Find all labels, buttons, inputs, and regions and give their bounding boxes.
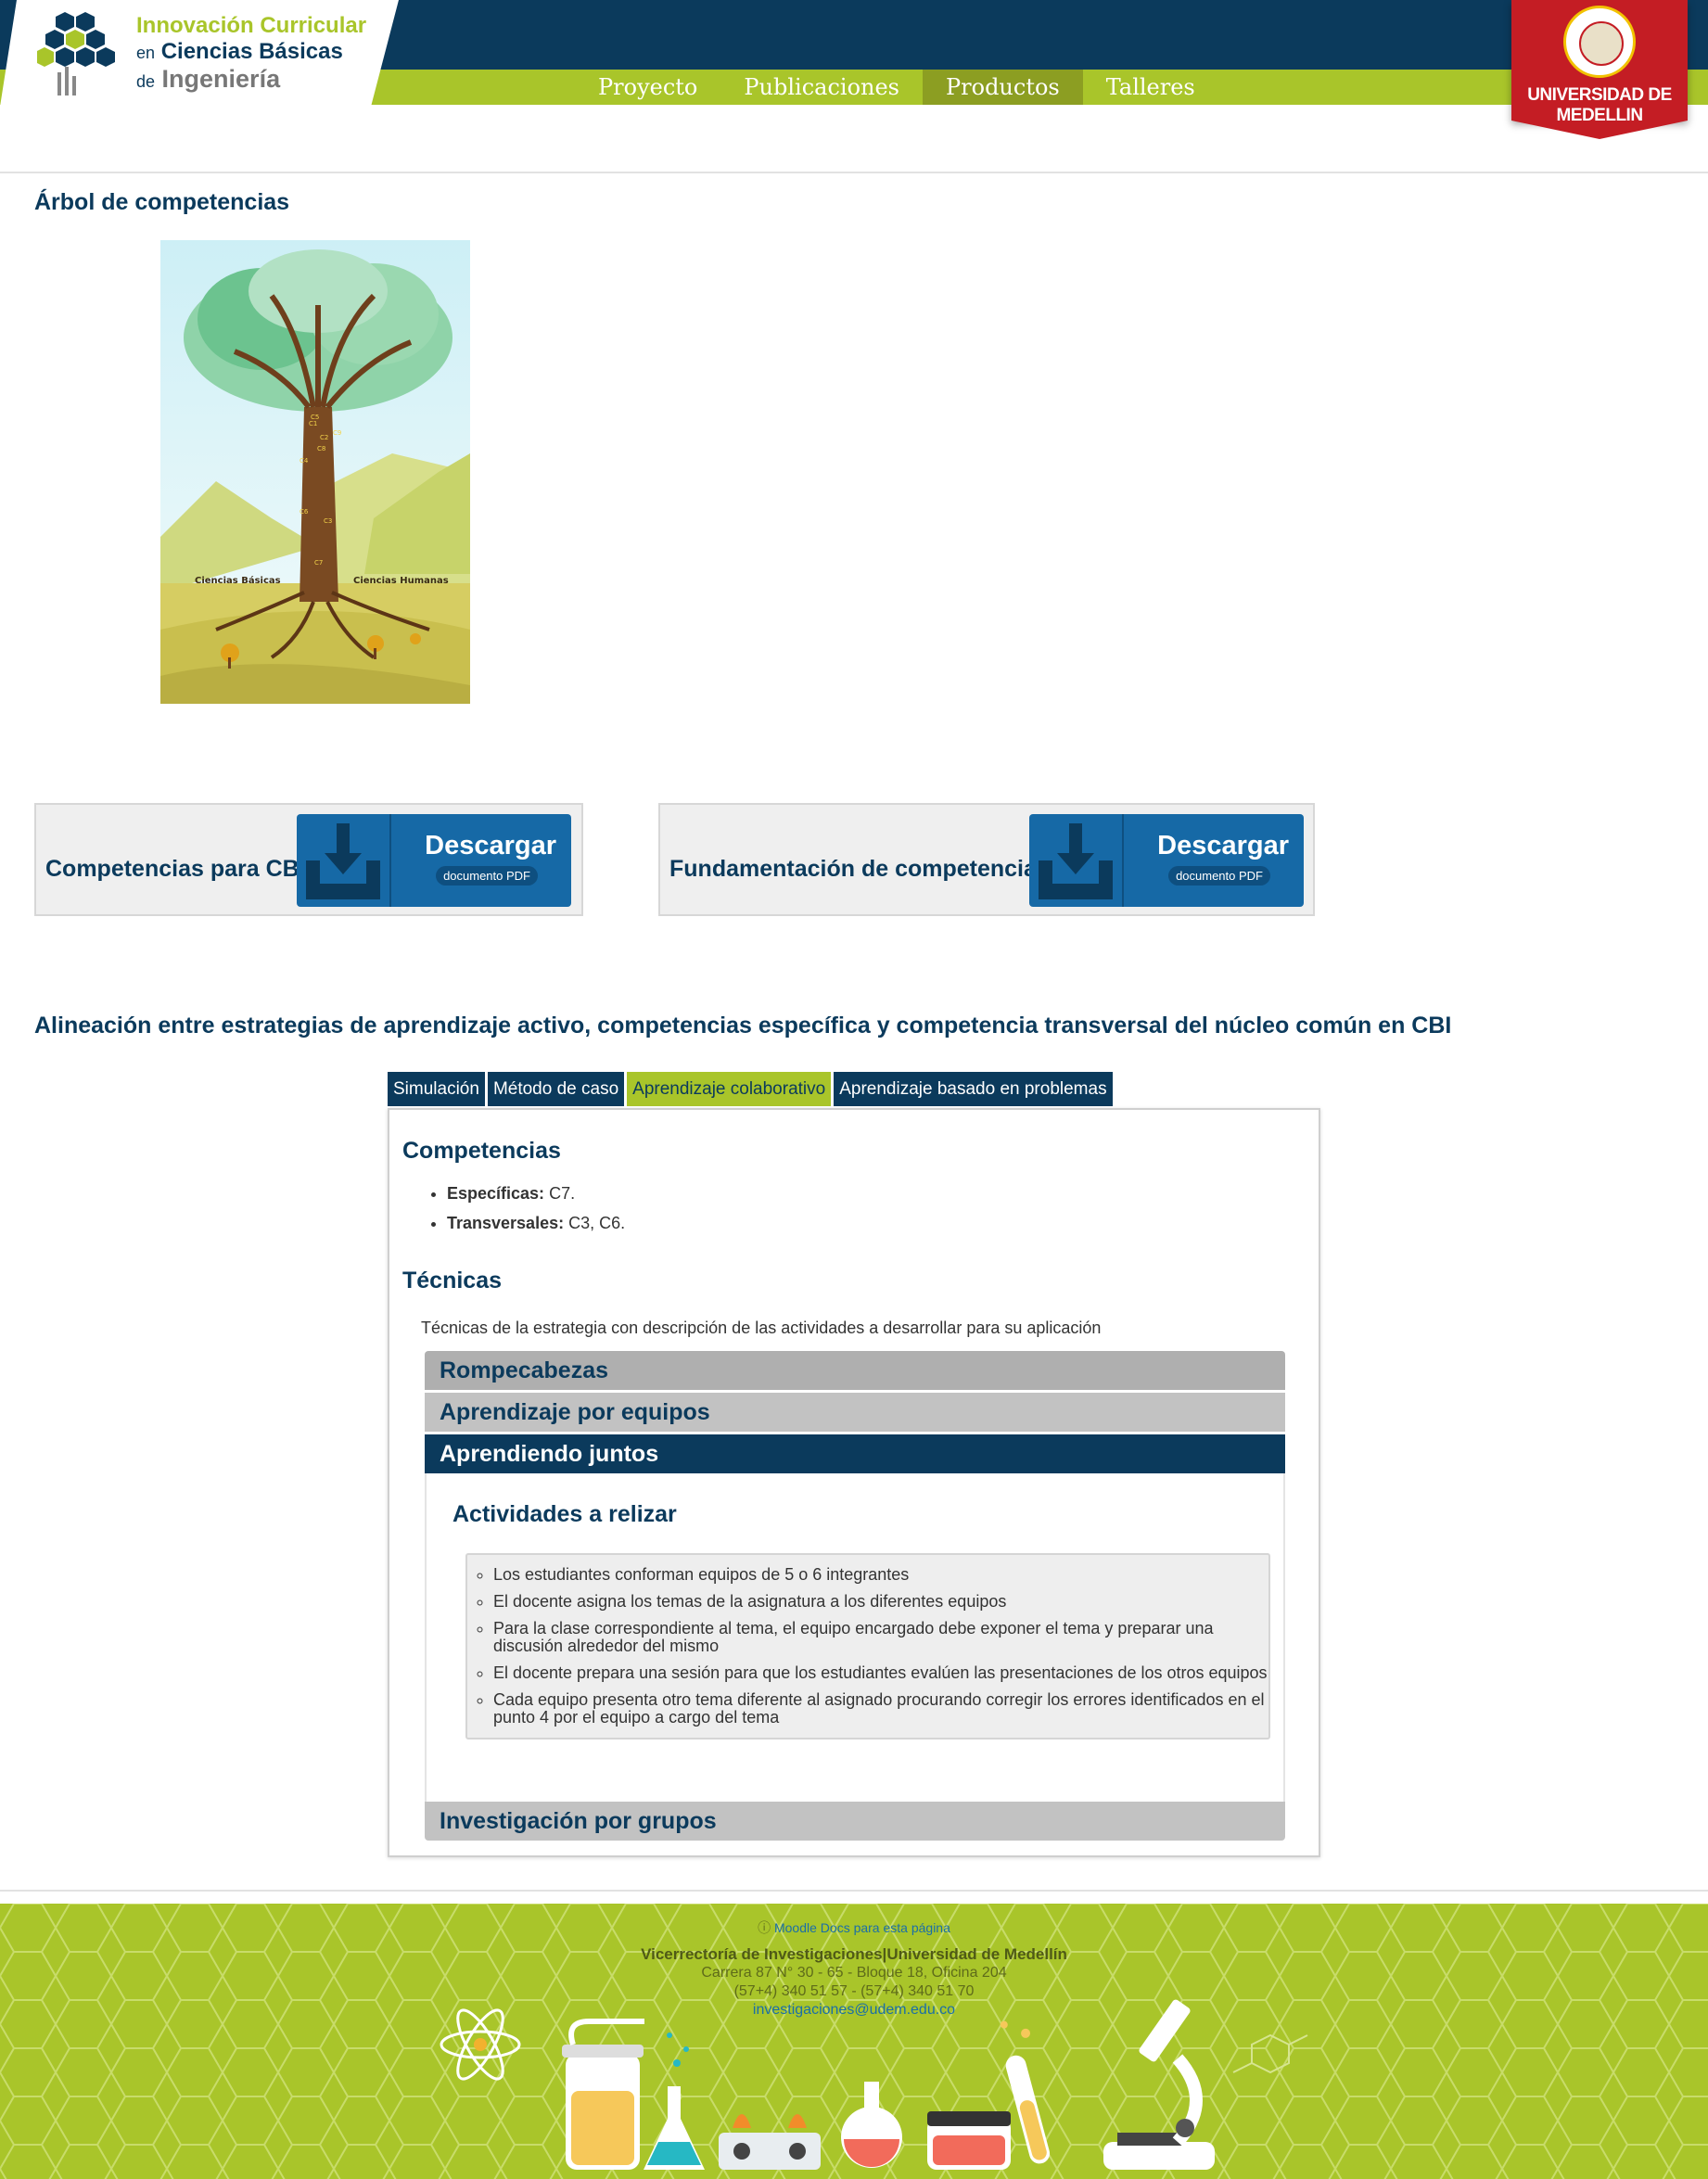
atom-icon [440,2008,521,2081]
university-badge-tip [1511,121,1688,139]
university-badge-ribbon: UNIVERSIDAD DE MEDELLIN [1511,0,1688,125]
download-button-label: Descargar [1157,831,1289,860]
tree-c-label: C3 [324,517,332,525]
site-logo-text: Innovación Curricular en Ciencias Básica… [136,13,366,95]
download-icon [306,814,391,907]
alignment-section-title: Alineación entre estrategias de aprendiz… [34,1013,1452,1039]
logo-line-3-prefix: de [136,72,156,91]
university-seal-icon [1563,6,1636,78]
activities-list: Los estudiantes conforman equipos de 5 o… [467,1555,1268,1738]
download-icon [1039,814,1124,907]
tree-c-label: C8 [317,445,325,452]
actividades-heading: Actividades a relizar [452,1501,677,1527]
tecnicas-heading: Técnicas [402,1268,503,1293]
tab-metodo-de-caso[interactable]: Método de caso [487,1072,625,1106]
tree-c-label: C1 [309,420,317,427]
flask-icon [644,2032,705,2170]
main-nav: Proyecto Publicaciones Productos Tallere… [575,70,1218,105]
download-button[interactable]: Descargar documento PDF [297,814,571,907]
download-card-fundamentacion: Fundamentación de competencias Descargar… [658,803,1315,916]
burner-icon [719,2114,821,2170]
laboratory-illustration [440,1999,1308,2170]
nav-item-proyecto[interactable]: Proyecto [575,70,720,105]
university-badge[interactable]: UNIVERSIDAD DE MEDELLIN [1511,0,1688,139]
download-button-label: Descargar [425,831,556,860]
tab-aprendizaje-basado-en-problemas[interactable]: Aprendizaje basado en problemas [834,1072,1113,1106]
beaker-icon [927,2111,1011,2170]
tree-label-right: Ciencias Humanas [353,576,449,586]
techniques-accordion: Rompecabezas Aprendizaje por equipos Apr… [425,1351,1285,1841]
logo-line-3-text: Ingeniería [161,65,281,93]
download-card-competencias: Competencias para CBI Descargar document… [34,803,583,916]
list-item: El docente prepara una sesión para que l… [493,1664,1268,1682]
logo-line-2-text: Ciencias Básicas [160,39,343,64]
logo-line-2: en Ciencias Básicas [136,39,366,66]
list-item: Transversales: C3, C6. [447,1214,625,1233]
tree-c-label: C5 [311,414,319,421]
moodle-docs-link[interactable]: Moodle Docs para esta página [774,1920,950,1935]
nav-item-productos[interactable]: Productos [923,70,1083,105]
nav-item-publicaciones[interactable]: Publicaciones [720,70,923,105]
accordion-header-aprendizaje-por-equipos[interactable]: Aprendizaje por equipos [425,1393,1285,1432]
activities-box: Los estudiantes conforman equipos de 5 o… [465,1553,1270,1739]
help-icon: ⓘ [758,1920,774,1935]
list-item: Los estudiantes conforman equipos de 5 o… [493,1566,1268,1584]
competency-tree-image: C1 C2 C3 C4 C5 C6 C7 C8 C9 Ciencias Bási… [160,240,470,704]
list-item: Específicas: C7. [447,1184,625,1204]
download-button-sub: documento PDF [436,866,538,886]
especificas-label: Específicas: [447,1184,545,1203]
download-button-sub: documento PDF [1168,866,1270,886]
download-button[interactable]: Descargar documento PDF [1029,814,1304,907]
logo-line-3: de Ingeniería [136,66,366,95]
logo-line-1: Innovación Curricular [136,13,367,38]
list-item: Cada equipo presenta otro tema diferente… [493,1691,1268,1727]
competencias-heading: Competencias [402,1138,561,1164]
tecnicas-description: Técnicas de la estrategia con descripció… [421,1319,1102,1337]
tab-panel: Competencias Específicas: C7. Transversa… [388,1108,1320,1857]
microscope-icon [1103,1999,1215,2170]
round-flask-icon [841,2082,902,2168]
tree-label-left: Ciencias Básicas [195,575,281,586]
accordion-header-investigacion-por-grupos[interactable]: Investigación por grupos [425,1802,1285,1841]
list-item: El docente asigna los temas de la asigna… [493,1593,1268,1611]
tree-c-label: C7 [314,559,323,567]
accordion-header-rompecabezas[interactable]: Rompecabezas [425,1351,1285,1390]
jar-icon [562,2019,644,2170]
tab-aprendizaje-colaborativo[interactable]: Aprendizaje colaborativo [627,1072,832,1106]
especificas-value: C7. [549,1184,576,1203]
download-card-label: Fundamentación de competencias [669,856,1050,882]
tab-simulacion[interactable]: Simulación [388,1072,485,1106]
competencias-list: Específicas: C7. Transversales: C3, C6. [427,1184,625,1243]
header-divider [0,172,1708,173]
site-logo[interactable]: Innovación Curricular en Ciencias Básica… [0,0,399,107]
hexagon-logo-icon [37,12,115,96]
tree-c-label: C9 [333,429,341,437]
nav-item-talleres[interactable]: Talleres [1083,70,1218,105]
list-item: Para la clase correspondiente al tema, e… [493,1620,1268,1655]
molecule-icon [1232,2033,1308,2074]
accordion-header-aprendiendo-juntos[interactable]: Aprendiendo juntos [425,1434,1285,1473]
transversales-label: Transversales: [447,1214,565,1232]
footer-org: Vicerrectoría de Investigaciones|Univers… [641,1945,1067,1963]
tree-c-label: C4 [300,457,309,465]
logo-line-2-prefix: en [136,44,156,62]
accordion-body-aprendiendo-juntos: Actividades a relizar Los estudiantes co… [425,1473,1285,1802]
tree-c-label: C2 [320,434,328,441]
tree-c-label: C6 [300,508,309,516]
footer-divider [0,1890,1708,1892]
strategy-tabs: Simulación Método de caso Aprendizaje co… [388,1072,1115,1106]
footer-docs-row: ⓘ Moodle Docs para esta página [0,1918,1708,1937]
download-card-label: Competencias para CBI [45,856,306,882]
transversales-value: C3, C6. [568,1214,626,1232]
tree-section-title: Árbol de competencias [34,189,290,215]
